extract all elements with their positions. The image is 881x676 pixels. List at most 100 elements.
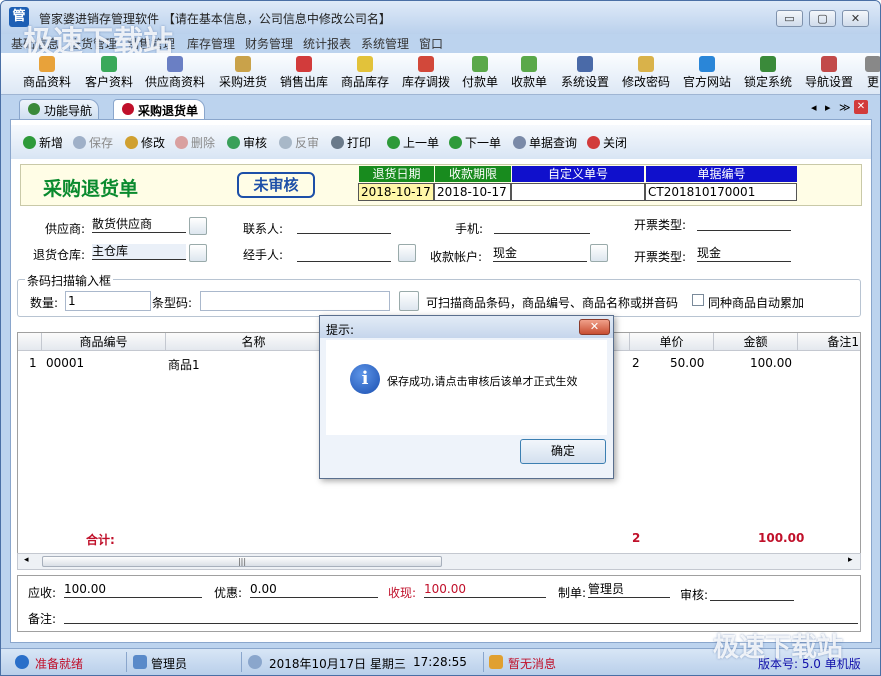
toolbar-customers[interactable]: 客户资料 [85,56,133,93]
status-messages[interactable]: 暂无消息 [508,655,556,672]
tab-next-icon[interactable]: ▸ [825,101,831,114]
toolbar-more[interactable]: 更 [865,56,880,93]
grid-header-code[interactable]: 商品编号 [42,333,166,351]
handler-picker-icon[interactable] [398,244,416,262]
toolbar-goods[interactable]: 商品资料 [23,56,71,93]
grid-hscrollbar[interactable]: ◂ ||| ▸ [17,553,861,570]
warehouse-field[interactable]: 主仓库 [92,244,186,260]
toolbar-lock[interactable]: 锁定系统 [744,56,792,93]
doc-number-field[interactable]: CT201810170001 [645,183,797,201]
grid-header-index [18,333,42,351]
invoice-type2-field[interactable]: 现金 [697,246,791,262]
close-button[interactable]: ✕ [842,10,869,27]
toolbar-transfer[interactable]: 库存调拨 [402,56,450,93]
approve-icon [227,136,240,149]
invoice-type-field[interactable] [697,215,791,231]
qty-input[interactable]: 1 [65,291,151,311]
toolbar-purchase[interactable]: 采购进货 [219,56,267,93]
scroll-left-icon[interactable]: ◂ [24,555,29,565]
phone-field[interactable] [494,218,590,234]
header-doc-number: 单据编号 [646,166,797,182]
transfer-icon [418,56,434,72]
message-icon [489,655,503,669]
grid-header-remark[interactable]: 备注1 [798,333,860,351]
warehouse-picker-icon[interactable] [189,244,207,262]
tab-list-icon[interactable]: ≫ [839,101,851,114]
toolbar-sale[interactable]: 销售出库 [280,56,328,93]
toolbar-password[interactable]: 修改密码 [622,56,670,93]
menu-system[interactable]: 系统管理 [361,35,409,52]
return-date-field[interactable]: 2018-10-17 [358,183,434,201]
row-qty[interactable]: 2 [632,356,640,370]
scroll-thumb[interactable]: ||| [42,556,442,567]
handler-field[interactable] [297,246,391,262]
invoice-type-label: 开票类型: [634,218,687,232]
received-field[interactable]: 100.00 [424,582,546,598]
toolbar-payment[interactable]: 付款单 [462,56,498,93]
toolbar-nav-settings[interactable]: 导航设置 [805,56,853,93]
receivable-label: 应收: [28,586,57,600]
discount-field[interactable]: 0.00 [250,582,378,598]
password-icon [638,56,654,72]
menu-inventory[interactable]: 库存管理 [187,35,235,52]
print-button[interactable]: 打印 [331,134,371,151]
query-button[interactable]: 单据查询 [513,134,577,151]
contact-field[interactable] [297,218,391,234]
tab-purchase-return[interactable]: 采购退货单 [113,99,206,119]
prev-doc-button[interactable]: 上一单 [387,134,439,151]
remark-label: 备注: [28,612,57,626]
dialog-ok-button[interactable]: 确定 [520,439,606,464]
tab-prev-icon[interactable]: ◂ [811,101,817,114]
row-code[interactable]: 00001 [46,356,84,370]
grid-header-price[interactable]: 单价 [630,333,714,351]
row-amount[interactable]: 100.00 [750,356,792,370]
print-icon [331,136,344,149]
row-index[interactable]: 1 [29,356,37,370]
collect-deadline-field[interactable]: 2018-10-17 [434,183,511,201]
grid-header-name[interactable]: 名称 [166,333,342,351]
dialog-message: 保存成功,请点击审核后该单才正式生效 [387,375,578,388]
tab-navigation[interactable]: 功能导航 [19,99,100,119]
toolbar-receipt[interactable]: 收款单 [511,56,547,93]
menu-finance[interactable]: 财务管理 [245,35,293,52]
barcode-input[interactable] [200,291,390,311]
toolbar-stock[interactable]: 商品库存 [341,56,389,93]
maker-field[interactable]: 管理员 [588,582,670,598]
auditor-field[interactable] [710,585,794,601]
supplier-field[interactable]: 散货供应商 [92,217,186,233]
add-button[interactable]: 新增 [23,134,63,151]
scroll-right-icon[interactable]: ▸ [848,555,853,565]
menu-window[interactable]: 窗口 [419,35,443,52]
save-button[interactable]: 保存 [73,134,113,151]
total-qty: 2 [632,531,641,545]
delete-button[interactable]: 删除 [175,134,215,151]
row-name[interactable]: 商品1 [168,356,200,373]
maximize-button[interactable]: ▢ [809,10,836,27]
menu-reports[interactable]: 统计报表 [303,35,351,52]
home-icon [28,103,40,115]
grid-header-amount[interactable]: 金额 [714,333,798,351]
dialog-close-button[interactable]: ✕ [579,319,610,335]
row-price[interactable]: 50.00 [670,356,704,370]
tab-close-icon[interactable]: ✕ [854,100,868,114]
toolbar-settings[interactable]: 系统设置 [561,56,609,93]
auditor-label: 审核: [680,588,709,602]
barcode-search-icon[interactable] [399,291,419,311]
minimize-button[interactable]: ▭ [776,10,803,27]
unapprove-button[interactable]: 反审 [279,134,319,151]
toolbar-website[interactable]: 官方网站 [683,56,731,93]
edit-button[interactable]: 修改 [125,134,165,151]
supplier-picker-icon[interactable] [189,217,207,235]
toolbar-suppliers[interactable]: 供应商资料 [145,56,205,93]
account-picker-icon[interactable] [590,244,608,262]
auto-accumulate-checkbox[interactable] [692,294,704,306]
barcode-scan-group: 条码扫描输入框 数量: 1 条型码: 可扫描商品条码，商品编号、商品名称或拼音码… [17,272,861,317]
close-doc-button[interactable]: 关闭 [587,134,627,151]
next-doc-button[interactable]: 下一单 [449,134,501,151]
remark-field[interactable] [64,608,858,624]
account-field[interactable]: 现金 [493,246,587,262]
approve-button[interactable]: 审核 [227,134,267,151]
custom-number-field[interactable] [511,183,645,201]
more-icon [865,56,880,72]
receivable-field[interactable]: 100.00 [64,582,202,598]
